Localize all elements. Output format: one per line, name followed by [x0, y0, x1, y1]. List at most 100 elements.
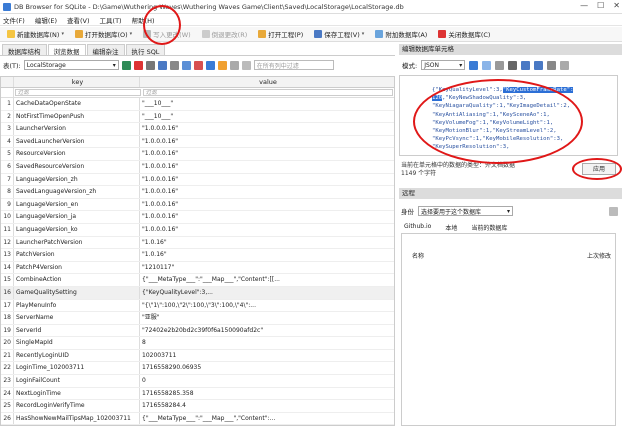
save-project-button[interactable]: 保存工程(V) ▾: [310, 28, 368, 41]
print-icon[interactable]: [169, 60, 179, 70]
column-header-value[interactable]: value: [140, 77, 394, 87]
tab-current-database[interactable]: 当前的数据库: [468, 222, 510, 233]
value-cell[interactable]: 1716558284.4: [140, 400, 394, 412]
align-icon[interactable]: [508, 60, 518, 70]
table-select[interactable]: LocalStorage ▾: [23, 60, 119, 70]
import-icon[interactable]: [521, 60, 531, 70]
table-row[interactable]: 22 LoginTime_102003711 1716558290.06935: [1, 362, 394, 376]
value-cell[interactable]: "1.0.16": [140, 249, 394, 261]
key-cell[interactable]: LoginFailCount: [14, 375, 140, 387]
value-cell[interactable]: "1.0.0.0.16": [140, 136, 394, 148]
new-database-button[interactable]: 新建数据库(N) ▾: [3, 28, 68, 41]
table-row[interactable]: 1 CacheDataOpenState "___10___": [1, 98, 394, 111]
key-cell[interactable]: SavedLanguageVersion_zh: [14, 186, 140, 198]
value-filter-input[interactable]: 过滤: [143, 89, 393, 96]
key-cell[interactable]: HasShowNewMailTipsMap_102003711: [14, 412, 140, 425]
tab-edit-pragmas[interactable]: 编辑杂注: [86, 44, 125, 56]
print-cell-icon[interactable]: [560, 60, 570, 70]
key-cell[interactable]: LanguageVersion_ko: [14, 223, 140, 236]
table-row[interactable]: 23 LoginFailCount 0: [1, 375, 394, 388]
table-row[interactable]: 17 PlayMenuInfo "{\"1\":100,\"2\":100,\"3\…: [1, 299, 394, 313]
tab-execute-sql[interactable]: 执行 SQL: [125, 44, 166, 56]
value-cell[interactable]: "1.0.0.0.16": [140, 199, 394, 211]
key-cell[interactable]: PatchVersion: [14, 249, 140, 261]
table-row[interactable]: 19 ServerId "72402e2b20bd2c39f0f6a150090af…: [1, 324, 394, 338]
key-cell[interactable]: NotFirstTimeOpenPush: [14, 110, 140, 123]
value-cell[interactable]: 1716558290.06935: [140, 362, 394, 374]
table-row[interactable]: 27Chat_102003711{"___MetaType___":"___Ma…: [1, 425, 394, 426]
key-cell[interactable]: ServerName: [14, 312, 140, 324]
table-row[interactable]: 9 LanguageVersion_en "1.0.0.0.16": [1, 198, 394, 212]
refresh-icon[interactable]: [121, 60, 131, 70]
tab-local[interactable]: 本地: [442, 222, 460, 233]
key-cell[interactable]: LanguageVersion_en: [14, 198, 140, 211]
value-cell[interactable]: "1.0.0.0.16": [140, 148, 394, 160]
table-row[interactable]: 2 NotFirstTimeOpenPush "___10___": [1, 110, 394, 124]
value-cell[interactable]: "1210117": [140, 262, 394, 274]
key-cell[interactable]: Chat_102003711: [14, 425, 140, 426]
table-row[interactable]: 12 LauncherPatchVersion "1.0.16": [1, 236, 394, 250]
key-cell[interactable]: GameQualitySetting: [14, 286, 140, 299]
value-cell[interactable]: "1.0.16": [140, 237, 394, 249]
find-icon[interactable]: [241, 60, 251, 70]
key-cell[interactable]: ResourceVersion: [14, 148, 140, 160]
open-project-button[interactable]: 打开工程(P): [254, 28, 307, 41]
tab-github[interactable]: Github.io: [401, 222, 434, 233]
fill-color-icon[interactable]: [217, 60, 227, 70]
insert-record-icon[interactable]: [181, 60, 191, 70]
value-cell[interactable]: "___10___": [140, 111, 394, 123]
set-null-icon[interactable]: [547, 60, 557, 70]
key-cell[interactable]: LanguageVersion_ja: [14, 211, 140, 223]
value-cell[interactable]: "1.0.0.0.16": [140, 224, 394, 236]
key-filter-input[interactable]: 过滤: [15, 89, 141, 96]
maximize-icon[interactable]: ☐: [597, 1, 604, 10]
global-filter-input[interactable]: 在所有列中过滤: [253, 60, 334, 70]
export-icon[interactable]: [534, 60, 544, 70]
table-row[interactable]: 10 LanguageVersion_ja "1.0.0.0.16": [1, 211, 394, 224]
open-database-button[interactable]: 打开数据库(O) ▾: [71, 28, 136, 41]
key-cell[interactable]: SingleMapId: [14, 337, 140, 349]
key-cell[interactable]: SavedLauncherVersion: [14, 135, 140, 148]
key-cell[interactable]: LoginTime_102003711: [14, 362, 140, 375]
minimize-icon[interactable]: —: [580, 1, 588, 10]
format-icon[interactable]: [229, 60, 239, 70]
key-cell[interactable]: ServerId: [14, 324, 140, 337]
close-icon[interactable]: ✕: [613, 1, 620, 10]
value-cell[interactable]: "1.0.0.0.16": [140, 211, 394, 223]
table-row[interactable]: 21 RecentlyLoginUID 102003711: [1, 349, 394, 363]
table-row[interactable]: 4 SavedLauncherVersion "1.0.0.0.16": [1, 135, 394, 149]
sort-icon[interactable]: [145, 60, 155, 70]
table-row[interactable]: 26 HasShowNewMailTipsMap_102003711 {"___Me…: [1, 412, 394, 425]
clear-filters-icon[interactable]: [133, 60, 143, 70]
write-changes-button[interactable]: 写入更改(W): [139, 28, 195, 41]
table-row[interactable]: 7 LanguageVersion_zh "1.0.0.0.16": [1, 173, 394, 187]
auto-format-icon[interactable]: [469, 60, 479, 70]
tab-database-structure[interactable]: 数据库结构: [2, 44, 47, 56]
close-database-button[interactable]: 关闭数据库(C): [434, 28, 494, 41]
col-name[interactable]: 名称: [412, 251, 424, 260]
value-cell[interactable]: {"___MetaType___":"___Map___","Content":…: [140, 274, 394, 286]
key-cell[interactable]: CacheDataOpenState: [14, 98, 140, 110]
key-cell[interactable]: PlayMenuInfo: [14, 299, 140, 312]
key-cell[interactable]: LauncherPatchVersion: [14, 236, 140, 249]
value-cell[interactable]: "1.0.0.0.16": [140, 161, 394, 173]
table-row[interactable]: 5 ResourceVersion "1.0.0.0.16": [1, 148, 394, 161]
key-cell[interactable]: LauncherVersion: [14, 123, 140, 135]
col-last-modified[interactable]: 上次修改: [587, 251, 611, 260]
key-cell[interactable]: RecentlyLoginUID: [14, 349, 140, 362]
value-cell[interactable]: "{\"1\":100,\"2\":100,\"3\":100,\"4\":..…: [140, 300, 394, 312]
attach-database-button[interactable]: 附加数据库(A): [371, 28, 431, 41]
table-row[interactable]: 18 ServerName "亚服": [1, 312, 394, 325]
value-cell[interactable]: 0: [140, 375, 394, 387]
value-cell[interactable]: 1716558285.358: [140, 388, 394, 400]
table-row[interactable]: 13 PatchVersion "1.0.16": [1, 249, 394, 262]
menu-edit[interactable]: 编辑(E): [35, 15, 57, 25]
table-row[interactable]: 3 LauncherVersion "1.0.0.0.16": [1, 123, 394, 136]
revert-changes-button[interactable]: 倒退更改(R): [198, 28, 252, 41]
auto-switch-icon[interactable]: [482, 60, 492, 70]
value-cell[interactable]: 8: [140, 337, 394, 349]
tab-browse-data[interactable]: 浏览数据: [47, 44, 86, 56]
text-color-icon[interactable]: [205, 60, 215, 70]
menu-view[interactable]: 查看(V): [67, 15, 90, 25]
table-row[interactable]: 16 GameQualitySetting {"KeyQualityLevel":3…: [1, 286, 394, 300]
